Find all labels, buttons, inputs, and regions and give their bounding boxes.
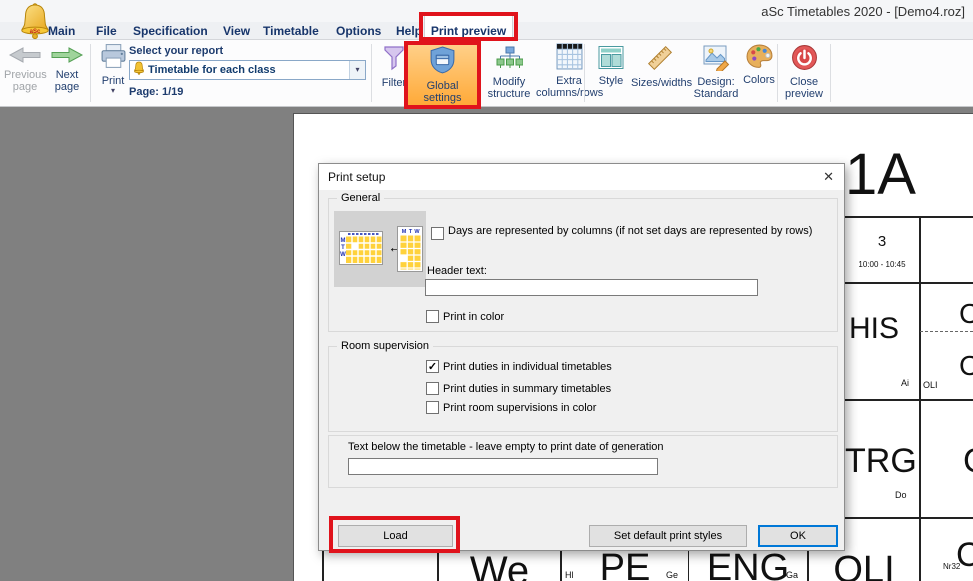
lesson-teacher: Do: [895, 491, 907, 500]
report-caption: Select your report: [129, 45, 223, 57]
svg-text:W: W: [414, 229, 420, 235]
dialog-title: Print setup: [319, 164, 844, 190]
print-button[interactable]: Print ▾: [94, 43, 132, 95]
svg-text:M: M: [402, 229, 407, 235]
days-as-columns-checkbox[interactable]: [431, 227, 444, 240]
footer-text-input[interactable]: [348, 458, 658, 475]
lesson-teacher: Ga: [786, 571, 798, 580]
set-default-print-styles-button[interactable]: Set default print styles: [589, 525, 747, 547]
header-text-label: Header text:: [427, 265, 487, 278]
lesson-subject: We: [439, 551, 560, 581]
menu-view[interactable]: View: [223, 22, 250, 40]
print-in-color-label: Print in color: [443, 311, 504, 324]
picture-pencil-icon: [690, 44, 742, 74]
combobox-dropdown-button[interactable]: ▾: [349, 61, 365, 79]
timetable-rows-icon: M T W: [339, 231, 383, 270]
grid-line: [845, 216, 973, 218]
lesson-subject: TRG: [845, 444, 917, 478]
lesson-subject: OLI: [809, 551, 919, 581]
general-group-legend: General: [337, 192, 384, 204]
menu-timetable[interactable]: Timetable: [263, 22, 319, 40]
tab-print-preview[interactable]: Print preview: [424, 22, 513, 40]
grid-line: [845, 517, 973, 519]
hierarchy-icon: [480, 45, 538, 74]
close-preview-button[interactable]: Close preview: [781, 44, 827, 100]
duties-individual-checkbox[interactable]: ✓: [426, 360, 439, 373]
lesson-room: Nr32: [943, 563, 960, 571]
sizes-widths-button[interactable]: Sizes/widths: [631, 44, 689, 89]
printer-icon: [94, 43, 132, 73]
menu-options[interactable]: Options: [336, 22, 381, 40]
ribbon-separator: [371, 44, 372, 102]
grid-line: [845, 399, 973, 401]
days-as-columns-label: Days are represented by columns (if not …: [448, 225, 848, 238]
lesson-teacher: Hl: [565, 571, 574, 580]
lesson-teacher: Ai: [901, 379, 909, 388]
grid-line-dashed: [920, 331, 973, 332]
print-setup-dialog: Print setup ✕ General M T W ↔: [318, 163, 845, 551]
filter-funnel-icon: [377, 45, 411, 75]
header-text-input[interactable]: [425, 279, 758, 296]
power-icon: [781, 44, 827, 74]
ribbon-separator: [830, 44, 831, 102]
shield-icon: [408, 46, 477, 78]
lesson-teacher: Ge: [666, 571, 678, 580]
load-button[interactable]: Load: [338, 525, 453, 547]
filter-button[interactable]: Filter: [377, 45, 411, 89]
window-title: aSc Timetables 2020 - [Demo4.roz]: [761, 4, 965, 19]
design-standard-button[interactable]: Design: Standard: [690, 44, 742, 100]
bell-icon: [133, 61, 145, 80]
supervisions-color-checkbox[interactable]: [426, 401, 439, 414]
ribbon-separator: [777, 44, 778, 102]
report-combobox[interactable]: Timetable for each class ▾: [129, 60, 366, 80]
colors-button[interactable]: Colors: [740, 44, 778, 86]
timetable-columns-icon: M T W: [397, 226, 423, 277]
global-settings-button[interactable]: Global settings: [407, 43, 478, 107]
menu-help[interactable]: Help: [396, 22, 422, 40]
close-icon[interactable]: ✕: [823, 169, 834, 185]
duties-individual-label: Print duties in individual timetables: [443, 361, 612, 374]
supervisions-color-label: Print room supervisions in color: [443, 402, 596, 415]
duties-summary-label: Print duties in summary timetables: [443, 383, 611, 396]
arrow-left-icon: [4, 46, 46, 67]
svg-text:M: M: [341, 238, 346, 244]
ribbon-separator: [584, 44, 585, 102]
partial-subject: C: [963, 444, 973, 478]
menu-file[interactable]: File: [96, 22, 117, 40]
room-supervision-legend: Room supervision: [337, 340, 433, 352]
period-number: 3: [845, 234, 919, 249]
duties-summary-checkbox[interactable]: [426, 382, 439, 395]
dropdown-arrow-icon[interactable]: ▾: [94, 87, 132, 95]
lesson-teacher: OLI: [923, 381, 938, 390]
svg-text:W: W: [340, 252, 346, 258]
app-window: aSc Timetables 2020 - [Demo4.roz] Main F…: [0, 0, 973, 581]
menu-specification[interactable]: Specification: [133, 22, 208, 40]
partial-subject: C: [959, 300, 973, 328]
arrow-right-icon: [48, 46, 86, 67]
ok-button[interactable]: OK: [758, 525, 838, 547]
ribbon-separator: [90, 44, 91, 102]
print-in-color-checkbox[interactable]: [426, 310, 439, 323]
period-time: 10:00 - 10:45: [845, 261, 919, 269]
ruler-icon: [631, 44, 689, 75]
lesson-subject: HIS: [849, 314, 899, 344]
next-page-button[interactable]: Next page: [48, 46, 86, 93]
partial-subject: C: [959, 352, 973, 380]
footer-text-label: Text below the timetable - leave empty t…: [348, 441, 664, 454]
grid-line: [919, 216, 921, 581]
grid-line: [845, 282, 973, 284]
class-title: 1A: [845, 146, 916, 204]
app-logo-bell-icon[interactable]: aSc: [16, 2, 54, 45]
orientation-icon-panel: M T W ↔ M T W: [334, 211, 426, 287]
style-button[interactable]: Style: [592, 45, 630, 87]
page-indicator: Page: 1/19: [129, 86, 183, 98]
palette-icon: [740, 44, 778, 72]
report-combobox-value: Timetable for each class: [145, 64, 349, 76]
svg-text:T: T: [341, 245, 345, 251]
style-window-icon: [592, 45, 630, 73]
modify-structure-button[interactable]: Modify structure: [480, 45, 538, 100]
previous-page-button[interactable]: Previous page: [4, 46, 46, 93]
